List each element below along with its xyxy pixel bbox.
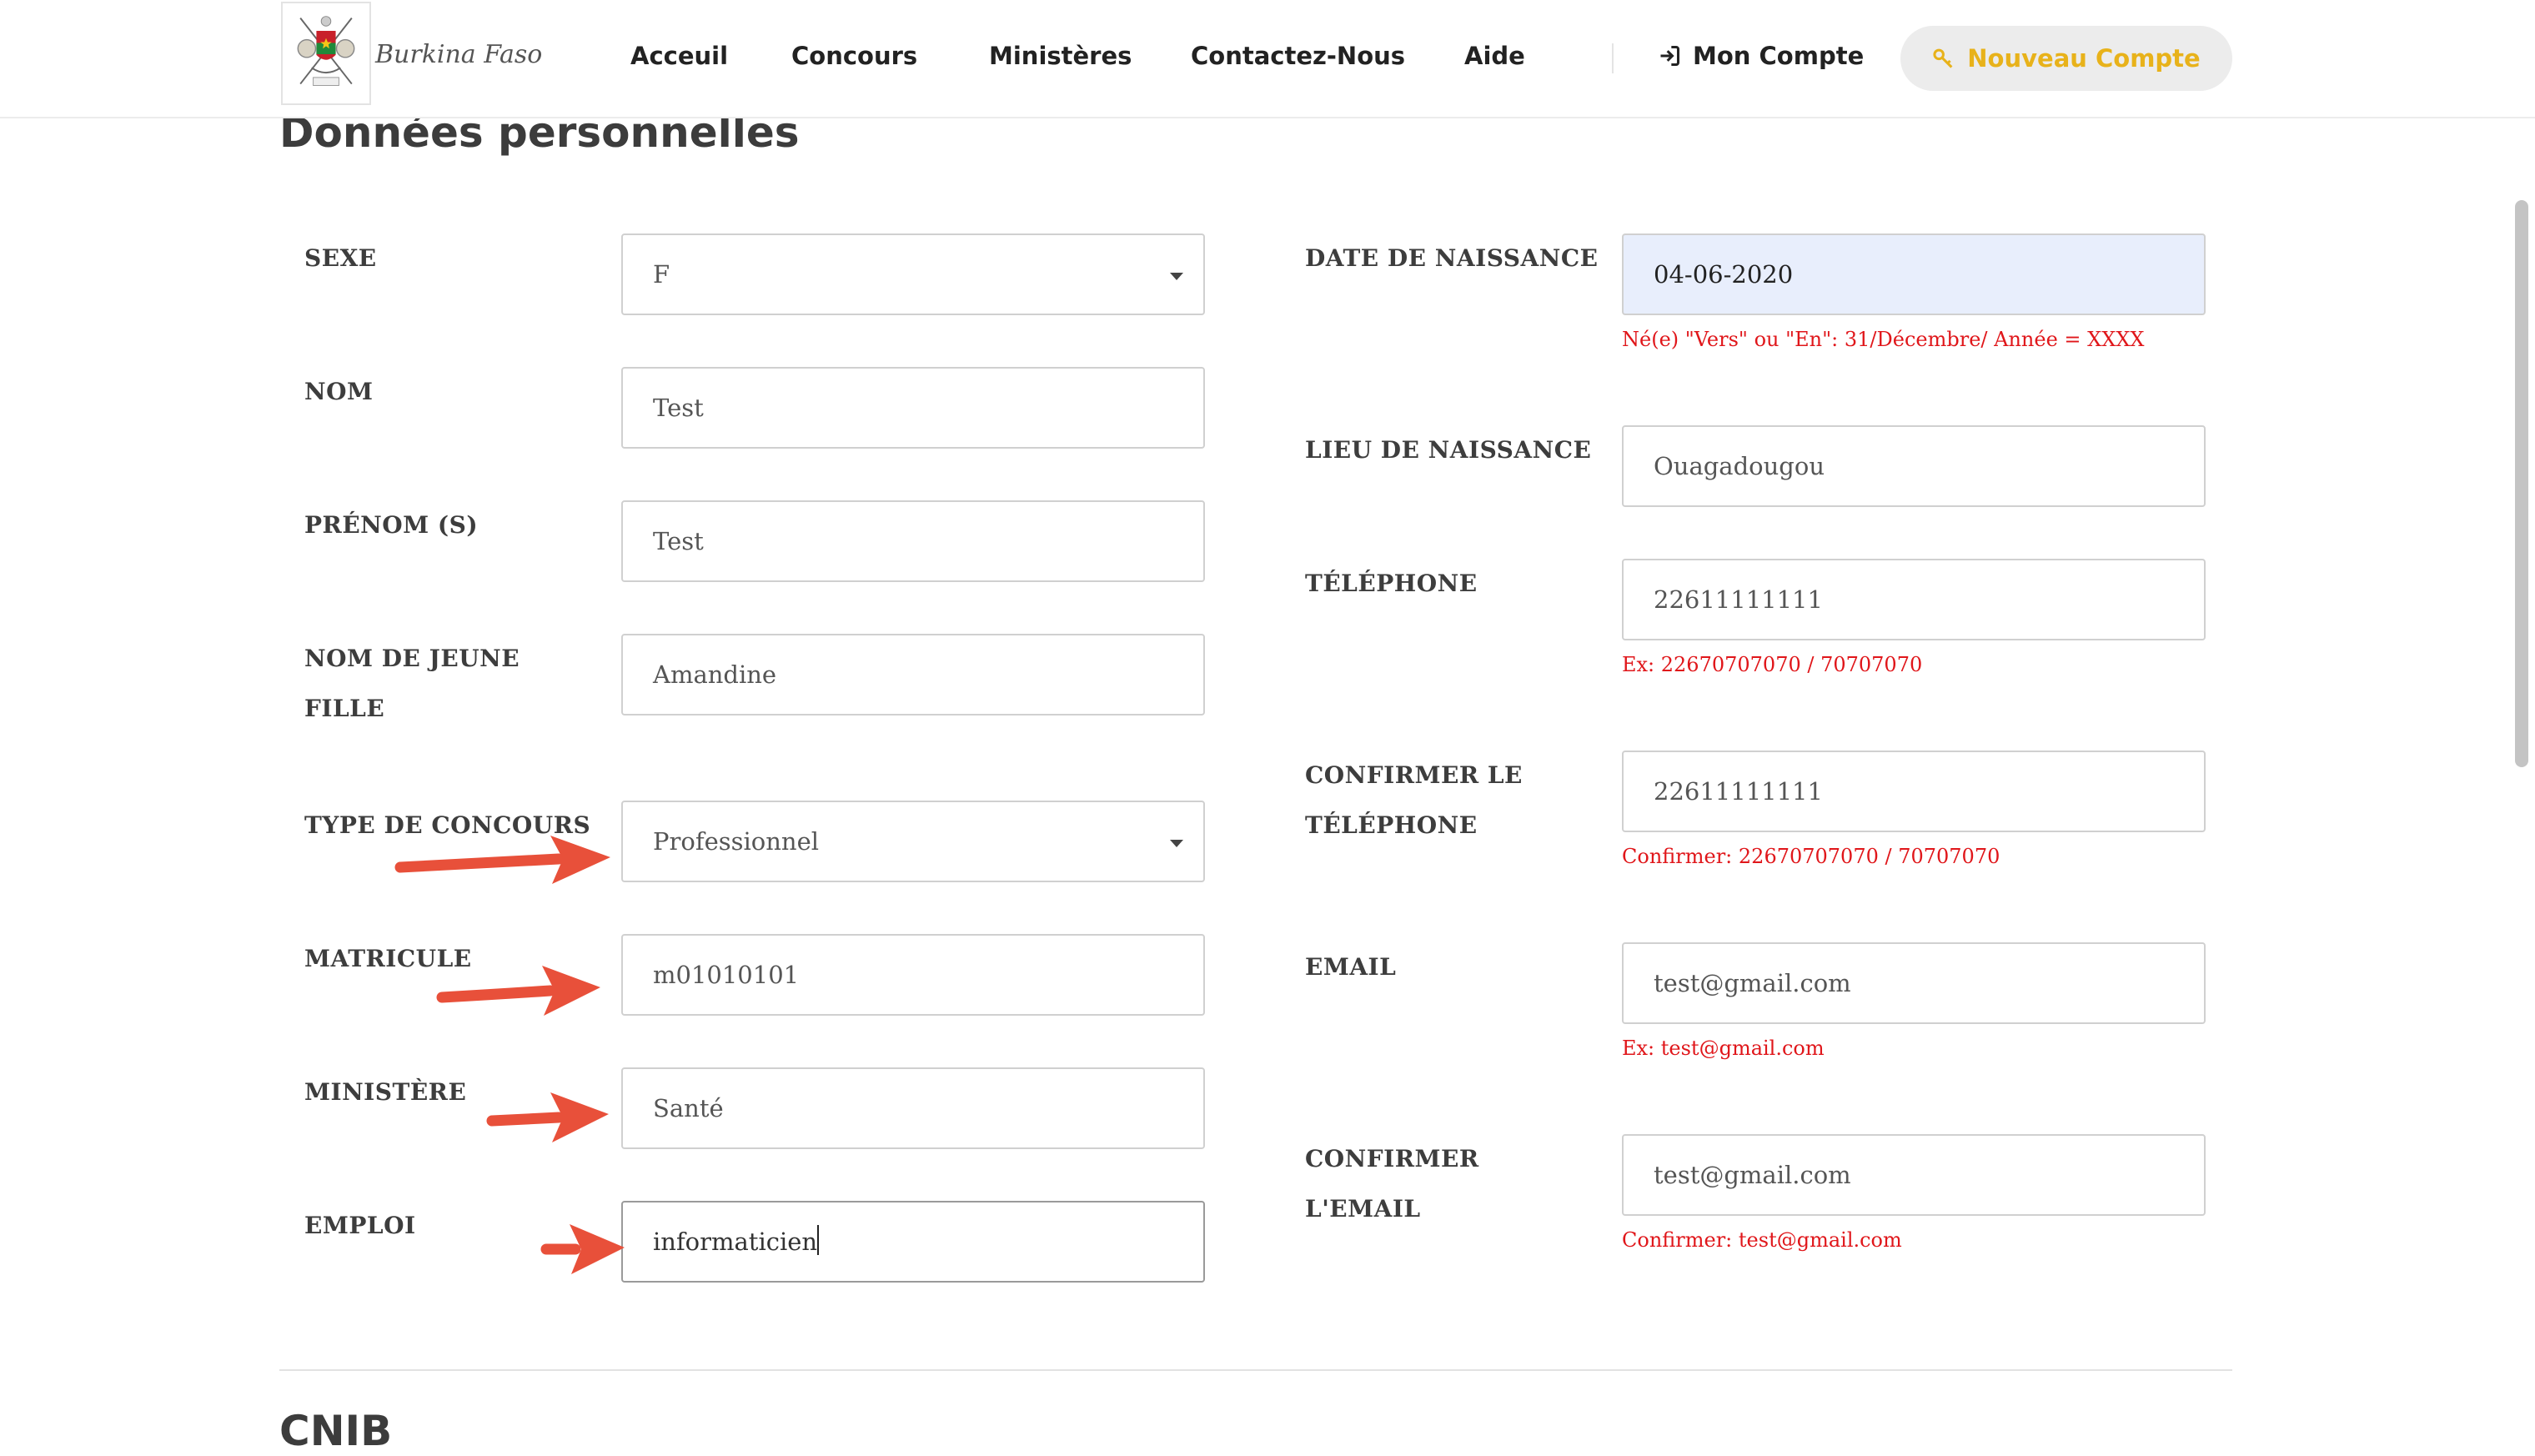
sexe-value: F (653, 260, 670, 289)
label-nom-jeune-fille-line2: FILLE (304, 695, 385, 722)
nouveau-compte-button[interactable]: Nouveau Compte (1900, 26, 2232, 91)
arrow-annotation-matricule (436, 966, 600, 1016)
label-nom-jeune-fille-line1: NOM DE JEUNE (304, 645, 520, 672)
arrow-annotation-emploi (540, 1224, 625, 1274)
ministere-input[interactable]: Santé (621, 1067, 1205, 1149)
nav-item-acceuil[interactable]: Acceuil (630, 42, 728, 70)
nav-divider (1612, 43, 1614, 73)
brand-name: Burkina Faso (375, 40, 543, 69)
prenom-input[interactable]: Test (621, 500, 1205, 582)
confirmer-email-input[interactable]: test@gmail.com (1622, 1134, 2206, 1216)
site-header: Burkina Faso Acceuil Concours Ministères… (0, 0, 2535, 118)
section-divider (279, 1369, 2232, 1371)
text-cursor (817, 1225, 820, 1255)
label-nom-jeune-fille: NOM DE JEUNE FILLE (304, 634, 520, 734)
sign-in-icon (1660, 45, 1680, 67)
emploi-value: informaticien (653, 1228, 818, 1256)
nav-item-contactez-nous[interactable]: Contactez-Nous (1191, 42, 1405, 70)
confirmer-telephone-hint: Confirmer: 22670707070 / 70707070 (1622, 845, 2000, 868)
arrow-annotation-ministere (486, 1092, 609, 1142)
email-hint: Ex: test@gmail.com (1622, 1037, 1825, 1060)
nom-jeune-fille-input[interactable]: Amandine (621, 634, 1205, 715)
confirmer-telephone-input[interactable]: 22611111111 (1622, 751, 2206, 832)
label-confirmer-email-line1: CONFIRMER (1305, 1145, 1479, 1172)
key-icon (1933, 48, 1953, 68)
coat-of-arms-icon (297, 16, 355, 86)
label-lieu-naissance: LIEU DE NAISSANCE (1305, 436, 1592, 464)
matricule-input[interactable]: m01010101 (621, 934, 1205, 1016)
lieu-naissance-input[interactable]: Ouagadougou (1622, 425, 2206, 507)
label-confirmer-telephone: CONFIRMER LE TÉLÉPHONE (1305, 751, 1523, 851)
type-concours-value: Professionnel (653, 827, 820, 856)
label-sexe: SEXE (304, 244, 377, 272)
nav-item-concours[interactable]: Concours (791, 42, 917, 70)
sexe-select[interactable]: F (621, 233, 1205, 315)
label-ministere: MINISTÈRE (304, 1078, 467, 1106)
coat-of-arms-logo[interactable] (281, 2, 371, 105)
nouveau-compte-label: Nouveau Compte (1967, 44, 2201, 73)
label-confirmer-email: CONFIRMER L'EMAIL (1305, 1134, 1479, 1234)
caret-down-icon (1170, 840, 1183, 847)
label-confirmer-telephone-line1: CONFIRMER LE (1305, 761, 1523, 789)
date-naissance-hint: Né(e) "Vers" ou "En": 31/Décembre/ Année… (1622, 328, 2145, 351)
nav-item-aide[interactable]: Aide (1464, 42, 1525, 70)
date-naissance-input[interactable]: 04-06-2020 (1622, 233, 2206, 315)
caret-down-icon (1170, 273, 1183, 280)
label-email: EMAIL (1305, 953, 1397, 981)
telephone-hint: Ex: 22670707070 / 70707070 (1622, 653, 1923, 676)
page-scrollbar[interactable] (2515, 200, 2528, 767)
label-confirmer-telephone-line2: TÉLÉPHONE (1305, 811, 1478, 839)
label-emploi: EMPLOI (304, 1212, 416, 1239)
label-nom: NOM (304, 378, 374, 405)
label-confirmer-email-line2: L'EMAIL (1305, 1195, 1421, 1223)
mon-compte-label: Mon Compte (1693, 42, 1865, 70)
label-prenom: PRÉNOM (S) (304, 511, 479, 539)
confirmer-email-hint: Confirmer: test@gmail.com (1622, 1228, 1902, 1252)
mon-compte-link[interactable]: Mon Compte (1658, 42, 1864, 70)
type-concours-select[interactable]: Professionnel (621, 801, 1205, 882)
label-date-naissance: DATE DE NAISSANCE (1305, 244, 1599, 272)
emploi-input[interactable]: informaticien (621, 1201, 1205, 1283)
label-telephone: TÉLÉPHONE (1305, 570, 1478, 597)
arrow-annotation-type-concours (394, 836, 610, 884)
email-input[interactable]: test@gmail.com (1622, 942, 2206, 1024)
nom-input[interactable]: Test (621, 367, 1205, 449)
nav-item-ministeres[interactable]: Ministères (989, 42, 1132, 70)
telephone-input[interactable]: 22611111111 (1622, 559, 2206, 640)
next-section-title: CNIB (279, 1407, 393, 1455)
